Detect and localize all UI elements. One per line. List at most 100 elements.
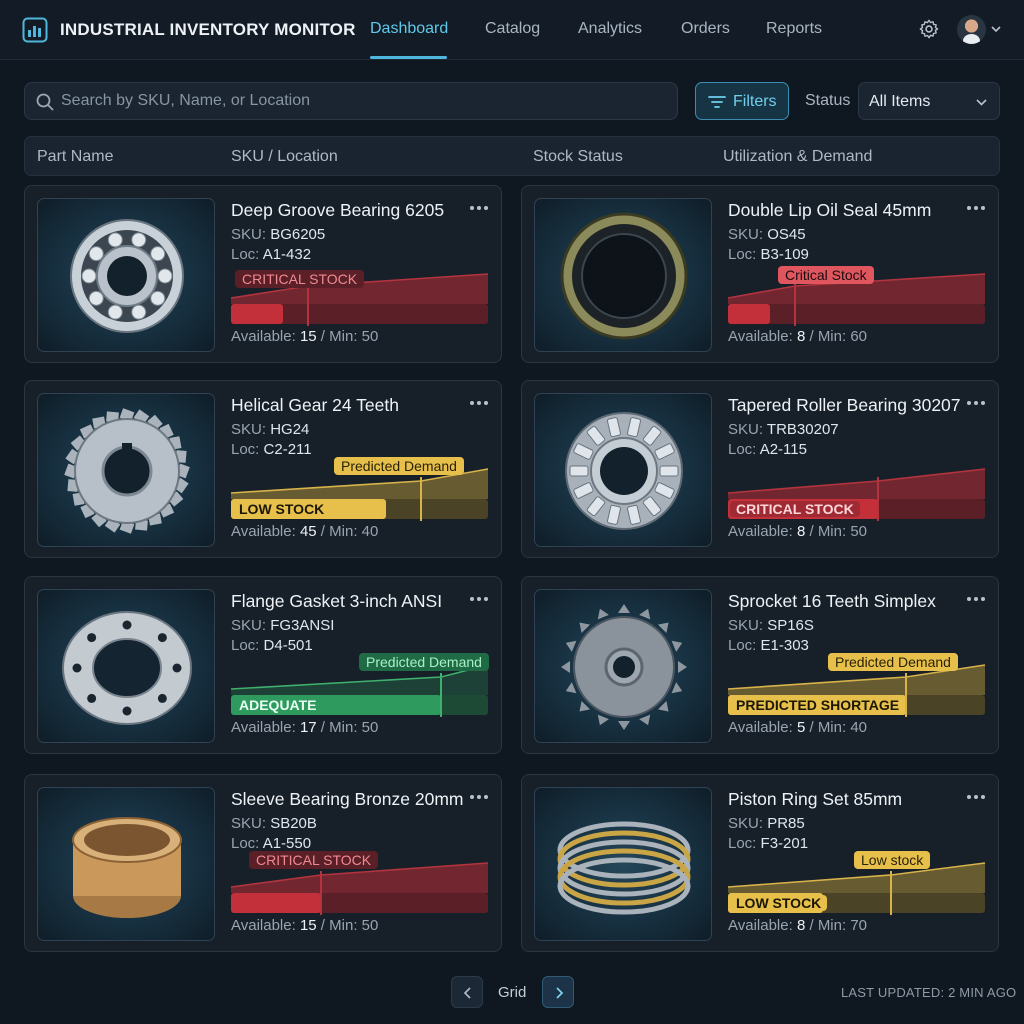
inventory-card[interactable]: Deep Groove Bearing 6205 SKU: BG6205 Loc… bbox=[24, 185, 502, 363]
filters-button[interactable]: Filters bbox=[695, 82, 789, 120]
part-image bbox=[37, 589, 215, 743]
chevron-down-icon bbox=[976, 99, 987, 106]
inventory-card[interactable]: Flange Gasket 3-inch ANSI SKU: FG3ANSI L… bbox=[24, 576, 502, 754]
tab-dashboard[interactable]: Dashboard bbox=[370, 20, 448, 38]
availability-line: Available: 45 / Min: 40 bbox=[231, 523, 379, 540]
sku-value: FG3ANSI bbox=[270, 617, 335, 634]
column-header-stock-status[interactable]: Stock Status bbox=[533, 148, 623, 166]
more-options-icon[interactable] bbox=[966, 595, 986, 603]
more-options-icon[interactable] bbox=[966, 204, 986, 212]
availability-line: Available: 8 / Min: 50 bbox=[728, 523, 868, 540]
column-header-sku-location[interactable]: SKU / Location bbox=[231, 148, 338, 166]
column-header-utilization-demand[interactable]: Utilization & Demand bbox=[723, 148, 872, 166]
sku-value: BG6205 bbox=[270, 226, 326, 243]
ball-bearing-icon bbox=[70, 219, 184, 333]
inventory-card[interactable]: Double Lip Oil Seal 45mm SKU: OS45 Loc: … bbox=[521, 185, 999, 363]
available-value: 8 bbox=[796, 917, 806, 934]
tab-analytics[interactable]: Analytics bbox=[578, 20, 642, 38]
sku-line: SKU: FG3ANSI bbox=[231, 617, 335, 634]
utilization-demand-gauge: Critical Stock bbox=[727, 258, 986, 326]
utilization-demand-gauge: Low stock LOW STOCK bbox=[727, 847, 986, 915]
part-image bbox=[534, 198, 712, 352]
more-options-icon[interactable] bbox=[966, 399, 986, 407]
tapered-roller-bearing-icon bbox=[565, 412, 683, 530]
min-value: 50 bbox=[361, 328, 379, 345]
view-mode-label: Grid bbox=[498, 984, 527, 1001]
utilization-demand-gauge: Predicted Demand LOW STOCK bbox=[230, 453, 489, 521]
tab-catalog[interactable]: Catalog bbox=[485, 20, 540, 38]
sku-line: SKU: TRB30207 bbox=[728, 421, 839, 438]
sku-line: SKU: PR85 bbox=[728, 815, 805, 832]
oil-seal-icon bbox=[560, 212, 688, 340]
more-options-icon[interactable] bbox=[966, 793, 986, 801]
available-value: 8 bbox=[796, 328, 806, 345]
column-header-row: Part Name SKU / Location Stock Status Ut… bbox=[24, 136, 1000, 176]
min-value: 60 bbox=[850, 328, 868, 345]
inventory-card[interactable]: Tapered Roller Bearing 30207 SKU: TRB302… bbox=[521, 380, 999, 558]
sku-line: SKU: OS45 bbox=[728, 226, 806, 243]
status-tag: Predicted Demand bbox=[334, 457, 464, 475]
sku-line: SKU: HG24 bbox=[231, 421, 310, 438]
stock-status-badge: ADEQUATE bbox=[233, 697, 323, 713]
last-updated-text: LAST UPDATED: 2 MIN AGO bbox=[841, 985, 1017, 1000]
search-icon bbox=[36, 93, 54, 111]
utilization-demand-gauge: Predicted Demand ADEQUATE bbox=[230, 649, 489, 717]
availability-line: Available: 15 / Min: 50 bbox=[231, 917, 379, 934]
status-dropdown[interactable]: All Items bbox=[858, 82, 1000, 120]
sku-value: PR85 bbox=[767, 815, 805, 832]
availability-line: Available: 5 / Min: 40 bbox=[728, 719, 868, 736]
sku-line: SKU: SB20B bbox=[231, 815, 317, 832]
status-selected-value: All Items bbox=[869, 93, 931, 110]
part-name: Sleeve Bearing Bronze 20mm bbox=[231, 789, 464, 809]
available-value: 8 bbox=[796, 523, 806, 540]
inventory-card[interactable]: Piston Ring Set 85mm SKU: PR85 Loc: F3-2… bbox=[521, 774, 999, 952]
prev-page-button[interactable] bbox=[451, 976, 483, 1008]
chevron-left-icon bbox=[463, 987, 471, 999]
availability-line: Available: 15 / Min: 50 bbox=[231, 328, 379, 345]
next-page-button[interactable] bbox=[542, 976, 574, 1008]
column-header-part-name[interactable]: Part Name bbox=[37, 148, 113, 166]
more-options-icon[interactable] bbox=[469, 399, 489, 407]
part-name: Tapered Roller Bearing 30207 bbox=[728, 395, 961, 415]
sku-value: SB20B bbox=[270, 815, 317, 832]
inventory-card[interactable]: Sprocket 16 Teeth Simplex SKU: SP16S Loc… bbox=[521, 576, 999, 754]
part-name: Flange Gasket 3-inch ANSI bbox=[231, 591, 443, 611]
helical-gear-icon bbox=[64, 408, 190, 534]
avatar[interactable] bbox=[957, 15, 986, 44]
demand-chart bbox=[230, 273, 489, 326]
more-options-icon[interactable] bbox=[469, 595, 489, 603]
sku-value: SP16S bbox=[767, 617, 814, 634]
more-options-icon[interactable] bbox=[469, 793, 489, 801]
available-value: 15 bbox=[299, 917, 317, 934]
availability-line: Available: 8 / Min: 70 bbox=[728, 917, 868, 934]
inventory-card[interactable]: Helical Gear 24 Teeth SKU: HG24 Loc: C2-… bbox=[24, 380, 502, 558]
dashboard-logo-icon bbox=[22, 17, 48, 43]
search-input[interactable] bbox=[61, 83, 661, 119]
top-bar: INDUSTRIAL INVENTORY MONITOR Dashboard C… bbox=[0, 0, 1024, 60]
active-tab-indicator bbox=[370, 56, 447, 59]
status-tag: CRITICAL STOCK bbox=[249, 851, 379, 869]
chevron-down-icon[interactable] bbox=[990, 24, 1002, 34]
sku-value: TRB30207 bbox=[766, 421, 839, 438]
min-value: 70 bbox=[850, 917, 868, 934]
inventory-card[interactable]: Sleeve Bearing Bronze 20mm SKU: SB20B Lo… bbox=[24, 774, 502, 952]
piston-rings-icon bbox=[557, 821, 691, 915]
stock-status-badge: LOW STOCK bbox=[233, 501, 331, 517]
tab-orders[interactable]: Orders bbox=[681, 20, 730, 38]
part-image bbox=[37, 787, 215, 941]
sku-value: OS45 bbox=[767, 226, 806, 243]
utilization-demand-gauge: CRITICAL STOCK bbox=[230, 258, 489, 326]
status-tag: Predicted Demand bbox=[828, 653, 958, 671]
available-value: 15 bbox=[299, 328, 317, 345]
part-image bbox=[534, 589, 712, 743]
search-box[interactable] bbox=[24, 82, 678, 120]
gear-icon[interactable] bbox=[918, 18, 940, 40]
sku-line: SKU: BG6205 bbox=[231, 226, 326, 243]
tab-reports[interactable]: Reports bbox=[766, 20, 822, 38]
part-image bbox=[534, 393, 712, 547]
more-options-icon[interactable] bbox=[469, 204, 489, 212]
chevron-right-icon bbox=[556, 987, 564, 999]
part-name: Double Lip Oil Seal 45mm bbox=[728, 200, 932, 220]
stock-status-badge: CRITICAL STOCK bbox=[730, 501, 860, 517]
min-value: 40 bbox=[850, 719, 868, 736]
